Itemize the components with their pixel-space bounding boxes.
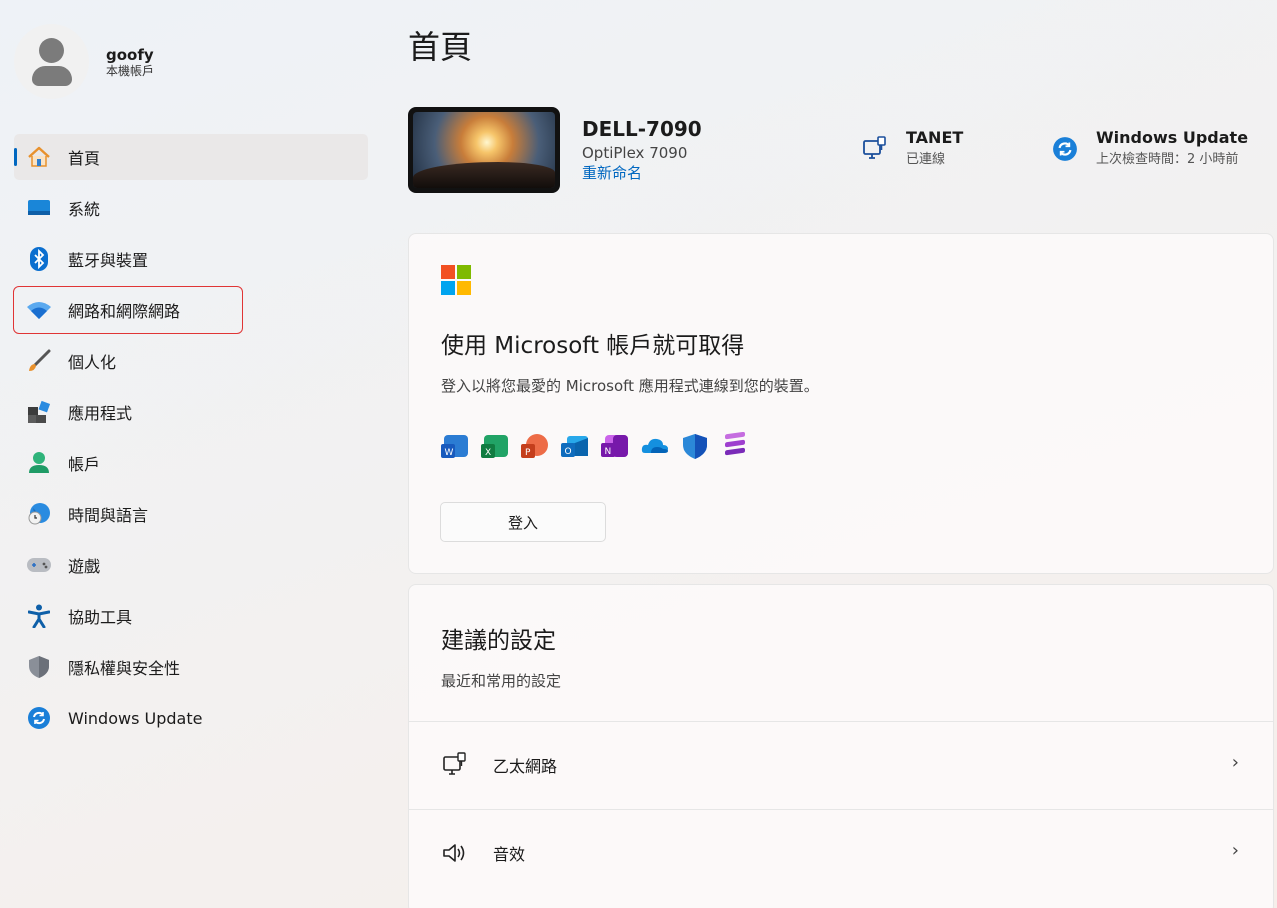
sidebar-item-personalization[interactable]: 個人化 [14,338,368,384]
recommended-item-ethernet[interactable]: 乙太網路 › [409,721,1273,808]
svg-text:X: X [485,448,491,458]
powerpoint-icon: P [521,432,549,460]
device-name: DELL-7090 [582,117,702,141]
recommended-item-label: 乙太網路 [493,757,558,776]
page-title: 首頁 [408,28,473,66]
profile-account-type: 本機帳戶 [106,63,155,78]
sidebar-item-label: 網路和網際網路 [68,302,181,321]
device-model: OptiPlex 7090 [582,144,688,162]
clipchamp-icon [721,431,749,460]
card-title: 使用 Microsoft 帳戶就可取得 [441,333,745,359]
sidebar-nav: 首頁 系統 藍牙與裝置 網路和網際網路 個人化 應用程式 帳戶 時間與語言 遊戲… [13,134,368,746]
onedrive-icon [641,432,669,460]
recommended-item-sound[interactable]: 音效 › [409,809,1273,896]
sidebar-item-network[interactable]: 網路和網際網路 [13,286,243,334]
card-title: 建議的設定 [441,628,556,654]
chevron-right-icon: › [1231,840,1239,861]
update-icon [1052,136,1078,162]
shield-icon [26,654,52,680]
svg-text:O: O [565,447,572,457]
update-status[interactable]: Windows Update 上次檢查時間：2 小時前 [1052,128,1248,169]
recommended-settings-card: 建議的設定 最近和常用的設定 乙太網路 › 音效 › [408,584,1274,908]
microsoft-account-card: 使用 Microsoft 帳戶就可取得 登入以將您最愛的 Microsoft 應… [408,233,1274,574]
wifi-icon [26,297,52,323]
sidebar-item-label: 系統 [68,200,101,219]
update-icon [26,705,52,731]
sidebar-item-home[interactable]: 首頁 [14,134,368,180]
update-last-check: 上次檢查時間：2 小時前 [1096,152,1239,167]
recommended-item-label: 音效 [493,845,526,864]
profile-name: goofy [106,45,154,64]
wallpaper-thumbnail[interactable] [408,107,560,193]
defender-icon [681,432,709,460]
sidebar-item-gaming[interactable]: 遊戲 [14,542,368,588]
sidebar-item-accessibility[interactable]: 協助工具 [14,593,368,639]
sidebar: goofy 本機帳戶 首頁 系統 藍牙與裝置 網路和網際網路 個人化 應用程式 … [0,0,380,908]
sidebar-item-label: 隱私權與安全性 [68,659,181,678]
person-icon [26,450,52,476]
sidebar-item-label: 個人化 [68,353,117,372]
sidebar-item-label: 遊戲 [68,557,101,576]
ethernet-icon [441,751,469,779]
sidebar-item-windows-update[interactable]: Windows Update [14,695,368,741]
sidebar-item-label: 首頁 [68,149,101,168]
gamepad-icon [26,552,52,578]
microsoft-logo-icon [441,265,471,295]
onenote-icon: N [601,432,629,460]
ethernet-icon [862,136,888,162]
card-subtitle: 登入以將您最愛的 Microsoft 應用程式連線到您的裝置。 [441,377,819,395]
svg-text:P: P [525,448,531,458]
network-name: TANET [906,128,964,147]
sidebar-item-system[interactable]: 系統 [14,185,368,231]
speaker-icon [441,839,469,867]
sidebar-item-label: 時間與語言 [68,506,149,525]
home-icon [26,144,52,170]
sidebar-item-label: 帳戶 [68,455,101,474]
sidebar-item-apps[interactable]: 應用程式 [14,389,368,435]
sidebar-item-label: 協助工具 [68,608,133,627]
word-icon: W [441,432,469,460]
network-status[interactable]: TANET 已連線 [862,128,963,169]
apps-icon [26,399,52,425]
app-icons-row: W X P O N [441,431,761,460]
avatar [14,24,89,99]
sidebar-item-bluetooth[interactable]: 藍牙與裝置 [14,236,368,282]
accessibility-icon [26,603,52,629]
svg-text:W: W [445,448,454,458]
globe-clock-icon [26,501,52,527]
sidebar-item-privacy[interactable]: 隱私權與安全性 [14,644,368,690]
sidebar-item-label: Windows Update [68,708,203,728]
sidebar-item-time-language[interactable]: 時間與語言 [14,491,368,537]
rename-link[interactable]: 重新命名 [582,163,702,183]
bluetooth-icon [26,246,52,272]
sign-in-button[interactable]: 登入 [440,502,606,542]
monitor-icon [26,195,52,221]
svg-text:N: N [605,447,612,457]
device-info: DELL-7090 OptiPlex 7090 重新命名 [408,107,702,193]
sidebar-item-accounts[interactable]: 帳戶 [14,440,368,486]
card-subtitle: 最近和常用的設定 [441,672,562,690]
sidebar-item-label: 應用程式 [68,404,133,423]
update-title: Windows Update [1096,128,1249,147]
profile[interactable]: goofy 本機帳戶 [14,24,154,99]
excel-icon: X [481,432,509,460]
brush-icon [26,348,52,374]
network-state: 已連線 [906,152,946,167]
sidebar-item-label: 藍牙與裝置 [68,251,149,270]
outlook-icon: O [561,432,589,460]
chevron-right-icon: › [1231,752,1239,773]
